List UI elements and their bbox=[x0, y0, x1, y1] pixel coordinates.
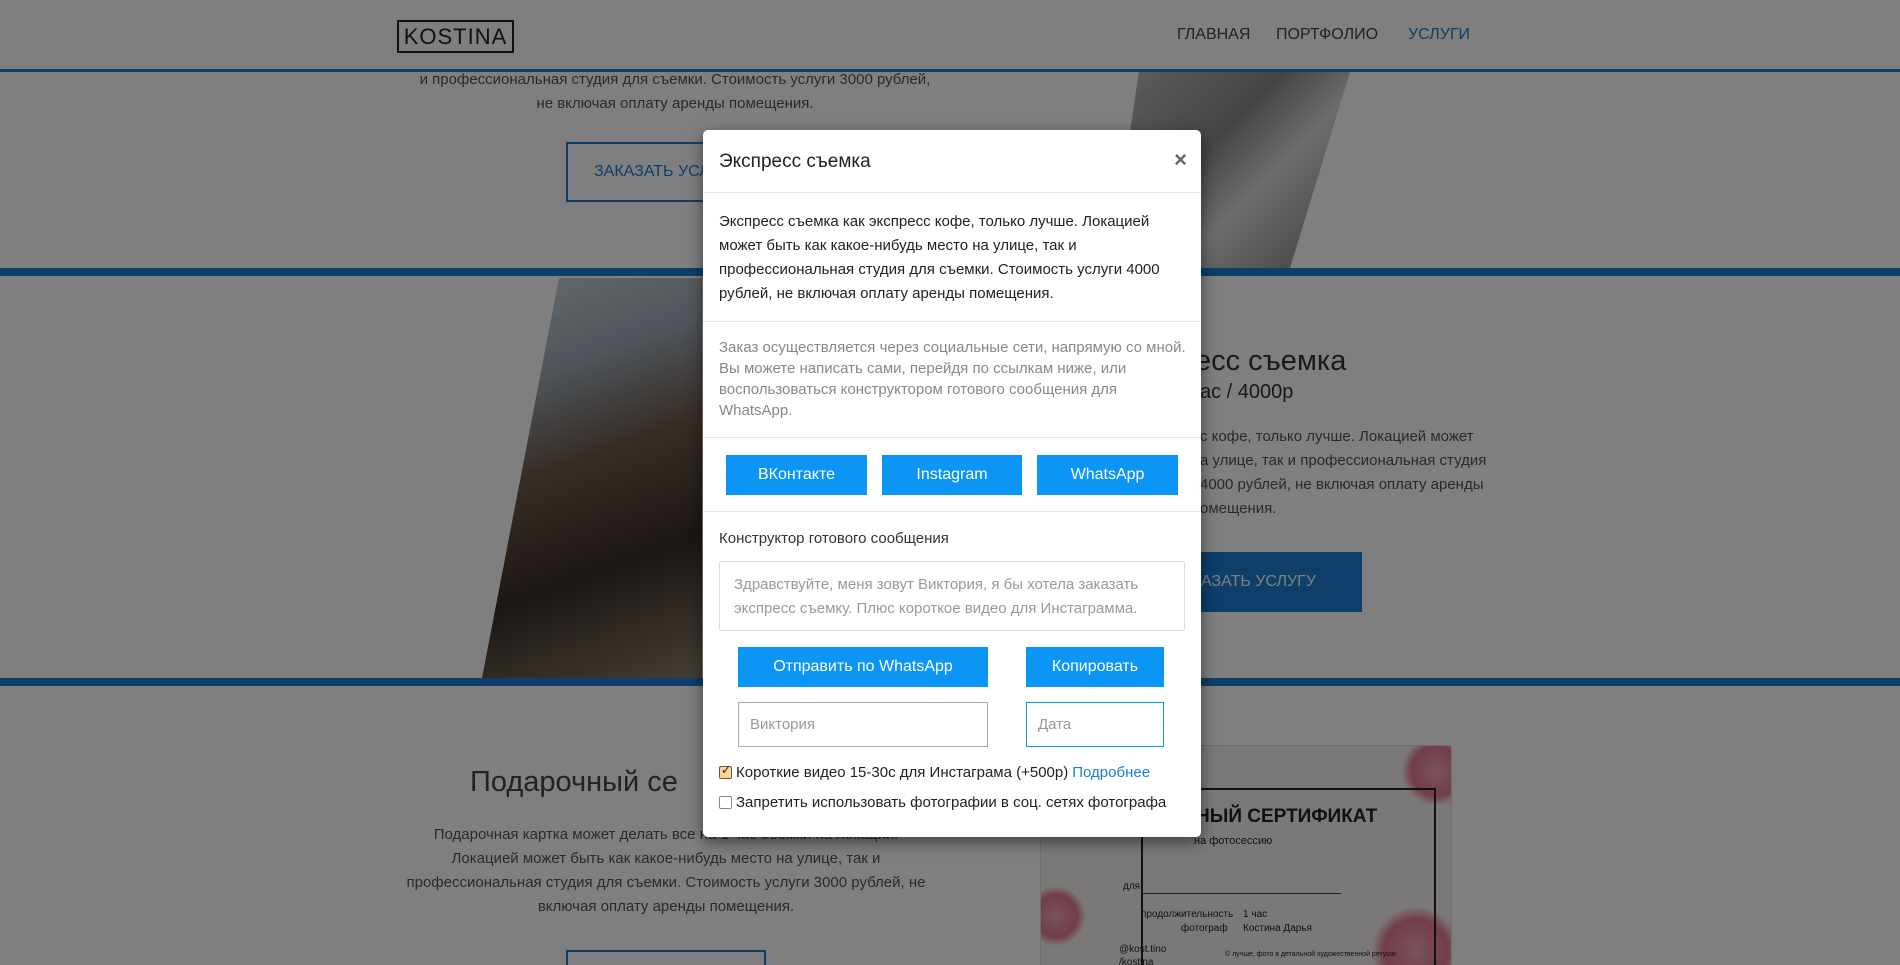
divider bbox=[703, 437, 1201, 438]
express-modal: Экспресс съемка × Экспресс съемка как эк… bbox=[703, 130, 1201, 837]
modal-header: Экспресс съемка × bbox=[703, 130, 1201, 193]
send-whatsapp-button[interactable]: Отправить по WhatsApp bbox=[738, 647, 988, 687]
instagram-button[interactable]: Instagram bbox=[882, 455, 1022, 495]
whatsapp-button[interactable]: WhatsApp bbox=[1037, 455, 1178, 495]
order-info-text: Заказ осуществляется через социальные се… bbox=[719, 339, 1186, 419]
message-textarea[interactable]: Здравствуйте, меня зовут Виктория, я бы … bbox=[719, 561, 1185, 631]
divider bbox=[703, 321, 1201, 322]
forbid-option-row: Запретить использовать фотографии в соц.… bbox=[719, 794, 1166, 811]
service-description: Экспресс съемка как экспресс кофе, тольк… bbox=[719, 213, 1160, 302]
modal-title: Экспресс съемка bbox=[719, 151, 871, 172]
divider bbox=[703, 511, 1201, 512]
name-input[interactable]: Виктория bbox=[738, 702, 988, 747]
forbid-option-checkbox[interactable] bbox=[719, 796, 732, 809]
video-option-row: Короткие видео 15-30с для Инстаграма (+5… bbox=[719, 763, 1150, 781]
video-option-more-link[interactable]: Подробнее bbox=[1072, 764, 1150, 781]
video-option-label[interactable]: Короткие видео 15-30с для Инстаграма (+5… bbox=[736, 764, 1068, 781]
copy-button[interactable]: Копировать bbox=[1026, 647, 1164, 687]
close-icon[interactable]: × bbox=[1174, 147, 1187, 173]
date-input[interactable]: Дата bbox=[1026, 702, 1164, 747]
forbid-option-label[interactable]: Запретить использовать фотографии в соц.… bbox=[736, 794, 1166, 811]
video-option-checkbox[interactable] bbox=[719, 763, 732, 779]
constructor-label: Конструктор готового сообщения bbox=[719, 530, 949, 547]
vk-button[interactable]: ВКонтакте bbox=[726, 455, 867, 495]
